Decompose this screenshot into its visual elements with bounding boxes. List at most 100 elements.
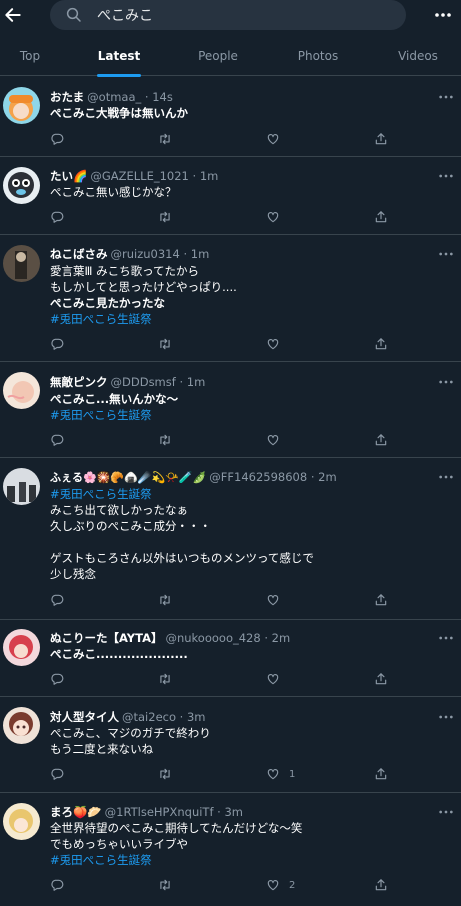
search-input[interactable]: ぺこみこ xyxy=(50,0,406,30)
retweet-button[interactable] xyxy=(158,671,172,687)
retweet-icon xyxy=(158,593,172,607)
hashtag[interactable]: #兎田ぺこら生誕祭 xyxy=(50,311,430,327)
tab-people[interactable]: People xyxy=(182,36,254,76)
avatar[interactable] xyxy=(3,707,40,744)
tweet-text: 全世界待望のぺこみこ期待してたんだけどな〜笑 でもめっちゃいいライブや #兎田ぺこら… xyxy=(50,820,430,868)
share-button[interactable] xyxy=(374,209,388,225)
like-button[interactable] xyxy=(266,432,289,448)
tweet[interactable]: まろ🍑🥟 @1RTlseHPXnquiTf · 3m 全世界待望のぺこみこ期待して… xyxy=(0,793,461,906)
share-button[interactable] xyxy=(374,131,388,147)
reply-button[interactable] xyxy=(50,432,64,448)
avatar[interactable] xyxy=(3,629,40,666)
tweet-actions xyxy=(48,432,448,448)
like-button[interactable]: 2 xyxy=(266,877,295,893)
more-options-icon[interactable] xyxy=(434,8,452,22)
share-button[interactable] xyxy=(374,766,388,782)
tweet-header: たい🌈 @GAZELLE_1021 · 1m xyxy=(50,168,218,184)
like-button[interactable] xyxy=(266,671,289,687)
tweet-more-icon[interactable] xyxy=(438,171,454,181)
tweet-more-icon[interactable] xyxy=(438,92,454,102)
avatar[interactable] xyxy=(3,245,40,282)
reply-button[interactable] xyxy=(50,877,64,893)
reply-button[interactable] xyxy=(50,209,64,225)
like-button[interactable] xyxy=(266,209,289,225)
avatar[interactable] xyxy=(3,803,40,840)
share-icon xyxy=(374,210,388,224)
avatar[interactable] xyxy=(3,167,40,204)
tweet[interactable]: たい🌈 @GAZELLE_1021 · 1m ぺこみこ無い感じかな？ xyxy=(0,157,461,235)
hashtag[interactable]: #兎田ぺこら生誕祭 xyxy=(50,852,430,868)
tweet[interactable]: ふぇる🌸🎇🥐🍙☄️💫📯🧪🫛 @FF1462598608 · 2m #兎田ぺこら生誕… xyxy=(0,458,461,620)
heart-icon xyxy=(266,767,280,781)
tab-photos[interactable]: Photos xyxy=(283,36,353,76)
like-button[interactable] xyxy=(266,336,289,352)
reply-button[interactable] xyxy=(50,766,64,782)
tab-videos[interactable]: Videos xyxy=(385,36,451,76)
retweet-icon xyxy=(158,337,172,351)
tweet-more-icon[interactable] xyxy=(438,472,454,482)
reply-button[interactable] xyxy=(50,336,64,352)
tweet-header: ふぇる🌸🎇🥐🍙☄️💫📯🧪🫛 @FF1462598608 · 2m xyxy=(50,469,337,485)
share-icon xyxy=(374,878,388,892)
tweet-more-icon[interactable] xyxy=(438,249,454,259)
display-name[interactable]: ぬこりーた【AYTA】 xyxy=(50,631,162,645)
tweet-text: #兎田ぺこら生誕祭 みこち出て欲しかったなぁ 久しぶりのぺこみこ成分・・・ ゲストもこ… xyxy=(50,486,430,582)
like-button[interactable]: 1 xyxy=(266,766,295,782)
hashtag[interactable]: #兎田ぺこら生誕祭 xyxy=(50,407,430,423)
tab-top[interactable]: Top xyxy=(0,36,60,76)
tweet[interactable]: ぬこりーた【AYTA】 @nukooooo_428 · 2m ぺこみこ......… xyxy=(0,620,461,697)
retweet-button[interactable] xyxy=(158,592,172,608)
like-button[interactable] xyxy=(266,592,289,608)
share-button[interactable] xyxy=(374,671,388,687)
display-name[interactable]: おたま xyxy=(50,90,84,104)
reply-button[interactable] xyxy=(50,131,64,147)
retweet-icon xyxy=(158,767,172,781)
avatar[interactable] xyxy=(3,468,40,505)
avatar[interactable] xyxy=(3,372,40,409)
share-button[interactable] xyxy=(374,336,388,352)
tweet-header: おたま @otmaa_ · 14s xyxy=(50,89,173,105)
retweet-button[interactable] xyxy=(158,877,172,893)
share-icon xyxy=(374,672,388,686)
avatar[interactable] xyxy=(3,87,40,124)
tweet[interactable]: 対人型タイ人 @tai2eco · 3m ぺこみこ、マジのガチで終わり もう二度と来… xyxy=(0,697,461,793)
tweet-text: ぺこみこ、マジのガチで終わり もう二度と来ないね xyxy=(50,726,211,756)
tweet-header: まろ🍑🥟 @1RTlseHPXnquiTf · 3m xyxy=(50,804,243,820)
reply-button[interactable] xyxy=(50,592,64,608)
heart-icon xyxy=(266,337,280,351)
retweet-button[interactable] xyxy=(158,209,172,225)
display-name[interactable]: まろ🍑🥟 xyxy=(50,805,102,819)
tweet[interactable]: 無敵ピンク @DDDsmsf · 1m ぺこみこ...無いんかな〜 #兎田ぺこら生誕… xyxy=(0,362,461,458)
tweet-text: 愛言葉Ⅲ みこち歌ってたから もしかしてと思ったけどやっぱり.... ぺこみこ見たか… xyxy=(50,263,430,327)
display-name[interactable]: たい🌈 xyxy=(50,169,87,183)
share-button[interactable] xyxy=(374,592,388,608)
tweet[interactable]: ねこばさみ @ruizu0314 · 1m 愛言葉Ⅲ みこち歌ってたから もしかして… xyxy=(0,235,461,362)
like-count: 2 xyxy=(289,879,296,891)
top-bar: ぺこみこ xyxy=(0,0,461,30)
tweet-more-icon[interactable] xyxy=(438,633,454,643)
share-button[interactable] xyxy=(374,877,388,893)
tweet[interactable]: おたま @otmaa_ · 14s ぺこみこ大戦争は無いんか xyxy=(0,77,461,157)
share-button[interactable] xyxy=(374,432,388,448)
tweet-more-icon[interactable] xyxy=(438,807,454,817)
display-name[interactable]: ねこばさみ xyxy=(50,247,108,261)
back-arrow-icon[interactable] xyxy=(3,5,23,25)
like-button[interactable] xyxy=(266,131,289,147)
retweet-button[interactable] xyxy=(158,131,172,147)
tweet-header: ねこばさみ @ruizu0314 · 1m xyxy=(50,246,209,262)
share-icon xyxy=(374,337,388,351)
display-name[interactable]: 無敵ピンク xyxy=(50,375,108,389)
tweet-more-icon[interactable] xyxy=(438,377,454,387)
tweet-more-icon[interactable] xyxy=(438,712,454,722)
retweet-icon xyxy=(158,672,172,686)
reply-button[interactable] xyxy=(50,671,64,687)
retweet-button[interactable] xyxy=(158,432,172,448)
retweet-button[interactable] xyxy=(158,766,172,782)
hashtag[interactable]: #兎田ぺこら生誕祭 xyxy=(50,486,430,502)
tweet-header: ぬこりーた【AYTA】 @nukooooo_428 · 2m xyxy=(50,630,290,646)
reply-icon xyxy=(50,132,64,146)
retweet-button[interactable] xyxy=(158,336,172,352)
tab-latest[interactable]: Latest xyxy=(80,36,158,77)
display-name[interactable]: 対人型タイ人 xyxy=(50,710,119,724)
display-name[interactable]: ふぇる🌸🎇🥐🍙☄️💫📯🧪🫛 xyxy=(50,471,206,484)
